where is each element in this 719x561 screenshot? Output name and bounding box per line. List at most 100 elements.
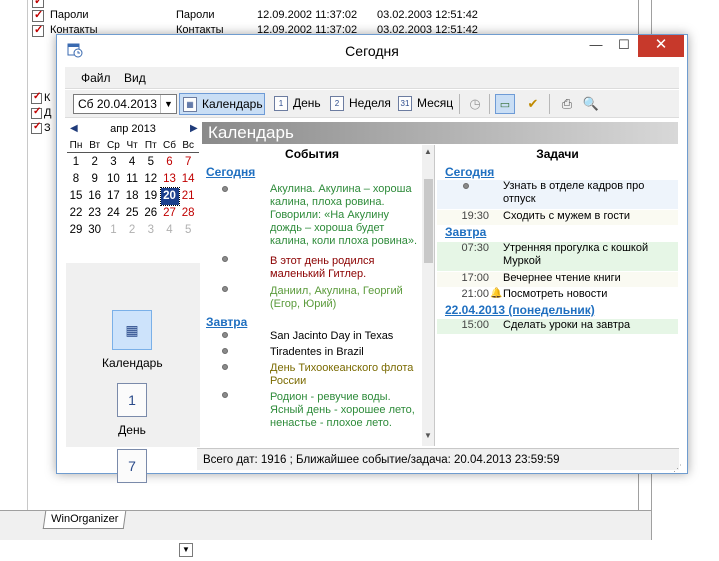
- nav-week-button[interactable]: 7: [102, 449, 162, 483]
- task-item[interactable]: 19:30 Сходить с мужем в гости: [437, 210, 678, 225]
- events-today-link[interactable]: Сегодня: [206, 165, 255, 179]
- tree-item[interactable]: К: [31, 91, 50, 106]
- task-text: Посмотреть новости: [503, 288, 608, 300]
- calendar-day[interactable]: 21: [179, 188, 197, 205]
- calendar-day[interactable]: 5: [142, 154, 160, 171]
- calendar-day[interactable]: 4: [123, 154, 141, 171]
- chevron-down-icon[interactable]: ▼: [160, 95, 176, 113]
- calendar-day[interactable]: 8: [67, 171, 85, 188]
- calendar-day[interactable]: 19: [142, 188, 160, 205]
- checklist-icon: [31, 106, 42, 119]
- print-icon[interactable]: ⎙: [557, 94, 577, 114]
- item-modified: 03.02.2003 12:51:42: [377, 9, 478, 21]
- tasks-header: Задачи: [536, 147, 579, 161]
- bell-icon: 🔔: [490, 288, 503, 299]
- calendar-day[interactable]: 24: [104, 205, 122, 222]
- calendar-day[interactable]: 11: [123, 171, 141, 188]
- calendar-day[interactable]: 26: [142, 205, 160, 222]
- event-item[interactable]: Родион - ревучие воды. Ясный день - хоро…: [270, 391, 420, 430]
- calendar-day[interactable]: 9: [86, 171, 104, 188]
- event-item[interactable]: Даниил, Акулина, Георгий (Егор, Юрий): [270, 285, 420, 311]
- next-month-icon[interactable]: ▶: [190, 123, 198, 134]
- calendar-day[interactable]: 28: [179, 205, 197, 222]
- tasks-tomorrow-link[interactable]: Завтра: [445, 225, 486, 239]
- calendar-day[interactable]: 10: [104, 171, 122, 188]
- minimize-button[interactable]: —: [582, 35, 610, 57]
- tree-item[interactable]: Д: [31, 106, 51, 121]
- resize-grip-icon[interactable]: ⋰: [673, 463, 682, 474]
- calendar-day[interactable]: 5: [179, 222, 197, 239]
- date-select[interactable]: Сб 20.04.2013 ▼: [73, 94, 177, 114]
- scroll-down-icon[interactable]: ▼: [424, 431, 432, 440]
- tasks-today-link[interactable]: Сегодня: [445, 165, 494, 179]
- task-item[interactable]: 17:00 Вечернее чтение книги: [437, 272, 678, 287]
- day-view-button[interactable]: 1 День: [271, 93, 323, 115]
- close-button[interactable]: ✕: [638, 35, 684, 57]
- clock-icon[interactable]: ◷: [465, 94, 485, 114]
- tab-winorganizer[interactable]: WinOrganizer: [42, 511, 127, 529]
- nav-calendar-label: Календарь: [102, 356, 163, 370]
- calendar-day[interactable]: 15: [67, 188, 85, 205]
- calendar-day[interactable]: 4: [161, 222, 179, 239]
- calendar-day[interactable]: 18: [123, 188, 141, 205]
- scrollbar-thumb[interactable]: [424, 179, 433, 263]
- events-tomorrow-link[interactable]: Завтра: [206, 315, 247, 329]
- calendar-day[interactable]: 20: [159, 187, 180, 206]
- previous-month-icon[interactable]: ◀: [70, 123, 78, 134]
- menu-view[interactable]: Вид: [124, 71, 146, 85]
- event-item[interactable]: San Jacinto Day in Texas: [270, 330, 420, 343]
- task-item[interactable]: 15:00 Сделать уроки на завтра: [437, 319, 678, 334]
- nav-calendar-button[interactable]: ▦ Календарь: [102, 310, 163, 370]
- weekday-label: Пт: [144, 140, 157, 151]
- nav-day-button[interactable]: 1 День: [102, 383, 162, 437]
- list-item[interactable]: Пароли Пароли 12.09.2002 11:37:02 03.02.…: [32, 8, 632, 24]
- calendar-day[interactable]: 3: [104, 154, 122, 171]
- task-item[interactable]: 07:30 Утренняя прогулка с кошкой Муркой: [437, 242, 678, 271]
- print-preview-icon[interactable]: 🔍: [581, 94, 601, 114]
- calendar-day[interactable]: 25: [123, 205, 141, 222]
- event-item[interactable]: Tiradentes in Brazil: [270, 346, 420, 359]
- task-item[interactable]: 21:00 🔔 Посмотреть новости: [437, 288, 678, 303]
- calendar-day[interactable]: 2: [123, 222, 141, 239]
- calendar-day[interactable]: 27: [161, 205, 179, 222]
- checklist-icon: [32, 0, 44, 8]
- month-view-button[interactable]: 31 Месяц: [395, 93, 455, 115]
- menu-file[interactable]: Файл: [81, 71, 111, 85]
- calendar-day[interactable]: 14: [179, 171, 197, 188]
- calendar-view-button[interactable]: ▦ Календарь: [179, 93, 265, 115]
- layout-toggle-icon[interactable]: ▭: [495, 94, 515, 114]
- calendar-day[interactable]: 6: [161, 154, 179, 171]
- calendar-day[interactable]: 22: [67, 205, 85, 222]
- week-view-button[interactable]: 2 Неделя: [327, 93, 391, 115]
- calendar-day[interactable]: 30: [86, 222, 104, 239]
- event-item[interactable]: День Тихоокеанского флота России: [270, 362, 420, 388]
- calendar-day[interactable]: 1: [104, 222, 122, 239]
- calendar-day[interactable]: 23: [86, 205, 104, 222]
- month-view-label: Месяц: [417, 96, 454, 110]
- calendar-day[interactable]: 3: [142, 222, 160, 239]
- scroll-up-icon[interactable]: ▲: [424, 147, 432, 156]
- tasks-monday-link[interactable]: 22.04.2013 (понедельник): [445, 303, 595, 317]
- item-created: 12.09.2002 11:37:02: [257, 9, 358, 21]
- maximize-button[interactable]: ☐: [610, 35, 638, 57]
- task-text: Утренняя прогулка с кошкой Муркой: [503, 242, 649, 267]
- scroll-down-icon[interactable]: ▼: [179, 543, 193, 557]
- events-list: События Сегодня Акулина. Акулина – хорош…: [202, 145, 435, 446]
- calendar-day[interactable]: 1: [67, 154, 85, 171]
- calendar-day[interactable]: 17: [104, 188, 122, 205]
- calendar-day[interactable]: 2: [86, 154, 104, 171]
- events-scrollbar[interactable]: ▲ ▼: [422, 145, 434, 446]
- calendar-day[interactable]: 7: [179, 154, 197, 171]
- calendar-day[interactable]: 16: [86, 188, 104, 205]
- calendar-day[interactable]: 13: [161, 171, 179, 188]
- event-item[interactable]: В этот день родился маленький Гитлер.: [270, 255, 420, 281]
- task-item[interactable]: Узнать в отделе кадров про отпуск: [437, 180, 678, 209]
- bullet-icon: [222, 332, 228, 338]
- event-item[interactable]: Акулина. Акулина – хороша калина, плоха …: [270, 183, 420, 248]
- day-page-icon: 1: [274, 96, 288, 111]
- task-check-icon[interactable]: ✔: [523, 94, 543, 114]
- calendar-day[interactable]: 29: [67, 222, 85, 239]
- title-bar[interactable]: Сегодня — ☐ ✕: [57, 35, 687, 65]
- calendar-day[interactable]: 12: [142, 171, 160, 188]
- tree-item[interactable]: З: [31, 121, 51, 136]
